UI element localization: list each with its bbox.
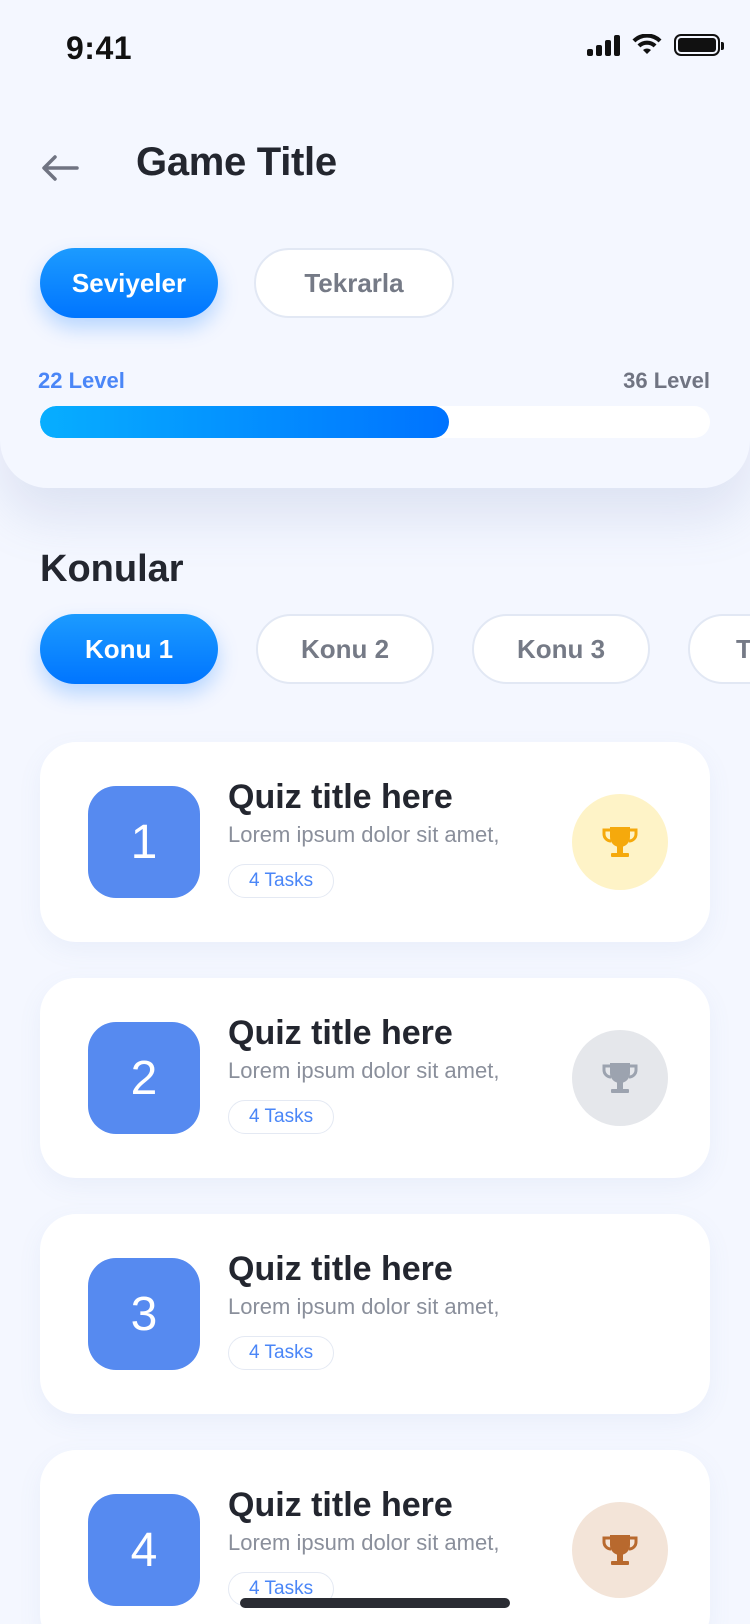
tab-tekrarla[interactable]: Tekrarla xyxy=(254,248,454,318)
trophy-icon xyxy=(602,1063,638,1093)
tab-konu-3[interactable]: Konu 3 xyxy=(472,614,650,684)
back-button[interactable] xyxy=(38,148,82,188)
section-title-konular: Konular xyxy=(40,548,184,590)
quiz-title: Quiz title here xyxy=(228,1014,453,1052)
progress-total-label: 36 Level xyxy=(623,368,710,393)
quiz-title: Quiz title here xyxy=(228,1486,453,1524)
tab-konu-2[interactable]: Konu 2 xyxy=(256,614,434,684)
quiz-task-count-badge: 4 Tasks xyxy=(228,864,335,898)
arrow-left-icon xyxy=(42,155,79,181)
quiz-title: Quiz title here xyxy=(228,778,453,816)
progress-current-label: 22 Level xyxy=(38,368,125,393)
quiz-description: Lorem ipsum dolor sit amet, xyxy=(228,1530,500,1555)
quiz-card-1[interactable]: 1 Quiz title here Lorem ipsum dolor sit … xyxy=(40,742,710,942)
trophy-badge-bronze xyxy=(572,1502,668,1598)
quiz-card-2[interactable]: 2 Quiz title here Lorem ipsum dolor sit … xyxy=(40,978,710,1178)
cellular-signal-icon xyxy=(587,34,620,56)
quiz-task-count-badge: 4 Tasks xyxy=(228,1100,335,1134)
trophy-badge-gold xyxy=(572,794,668,890)
status-icons xyxy=(587,34,724,56)
tab-konu-1[interactable]: Konu 1 xyxy=(40,614,218,684)
quiz-number-tile: 4 xyxy=(88,1494,200,1606)
status-time: 9:41 xyxy=(66,30,133,66)
quiz-number-tile: 2 xyxy=(88,1022,200,1134)
level-progress-fill xyxy=(40,406,450,438)
battery-icon xyxy=(674,34,724,56)
tab-konu-4-partial[interactable]: Te xyxy=(688,614,750,684)
quiz-number-tile: 1 xyxy=(88,786,200,898)
quiz-number-tile: 3 xyxy=(88,1258,200,1370)
quiz-description: Lorem ipsum dolor sit amet, xyxy=(228,1058,500,1083)
quiz-card-3[interactable]: 3 Quiz title here Lorem ipsum dolor sit … xyxy=(40,1214,710,1414)
page-title: Game Title xyxy=(136,140,337,184)
quiz-description: Lorem ipsum dolor sit amet, xyxy=(228,822,500,847)
quiz-description: Lorem ipsum dolor sit amet, xyxy=(228,1294,500,1319)
quiz-task-count-badge: 4 Tasks xyxy=(228,1336,335,1370)
trophy-icon xyxy=(602,827,638,857)
trophy-badge-silver xyxy=(572,1030,668,1126)
tab-seviyeler[interactable]: Seviyeler xyxy=(40,248,218,318)
app-screen: 9:41 Game Title Seviyeler Tekrarla 22 Le… xyxy=(0,0,750,1624)
home-indicator xyxy=(240,1598,510,1608)
quiz-title: Quiz title here xyxy=(228,1250,453,1288)
header-card: 9:41 Game Title Seviyeler Tekrarla 22 Le… xyxy=(0,0,750,488)
level-progress-bar xyxy=(40,406,710,438)
wifi-icon xyxy=(632,34,662,54)
trophy-icon xyxy=(602,1535,638,1565)
